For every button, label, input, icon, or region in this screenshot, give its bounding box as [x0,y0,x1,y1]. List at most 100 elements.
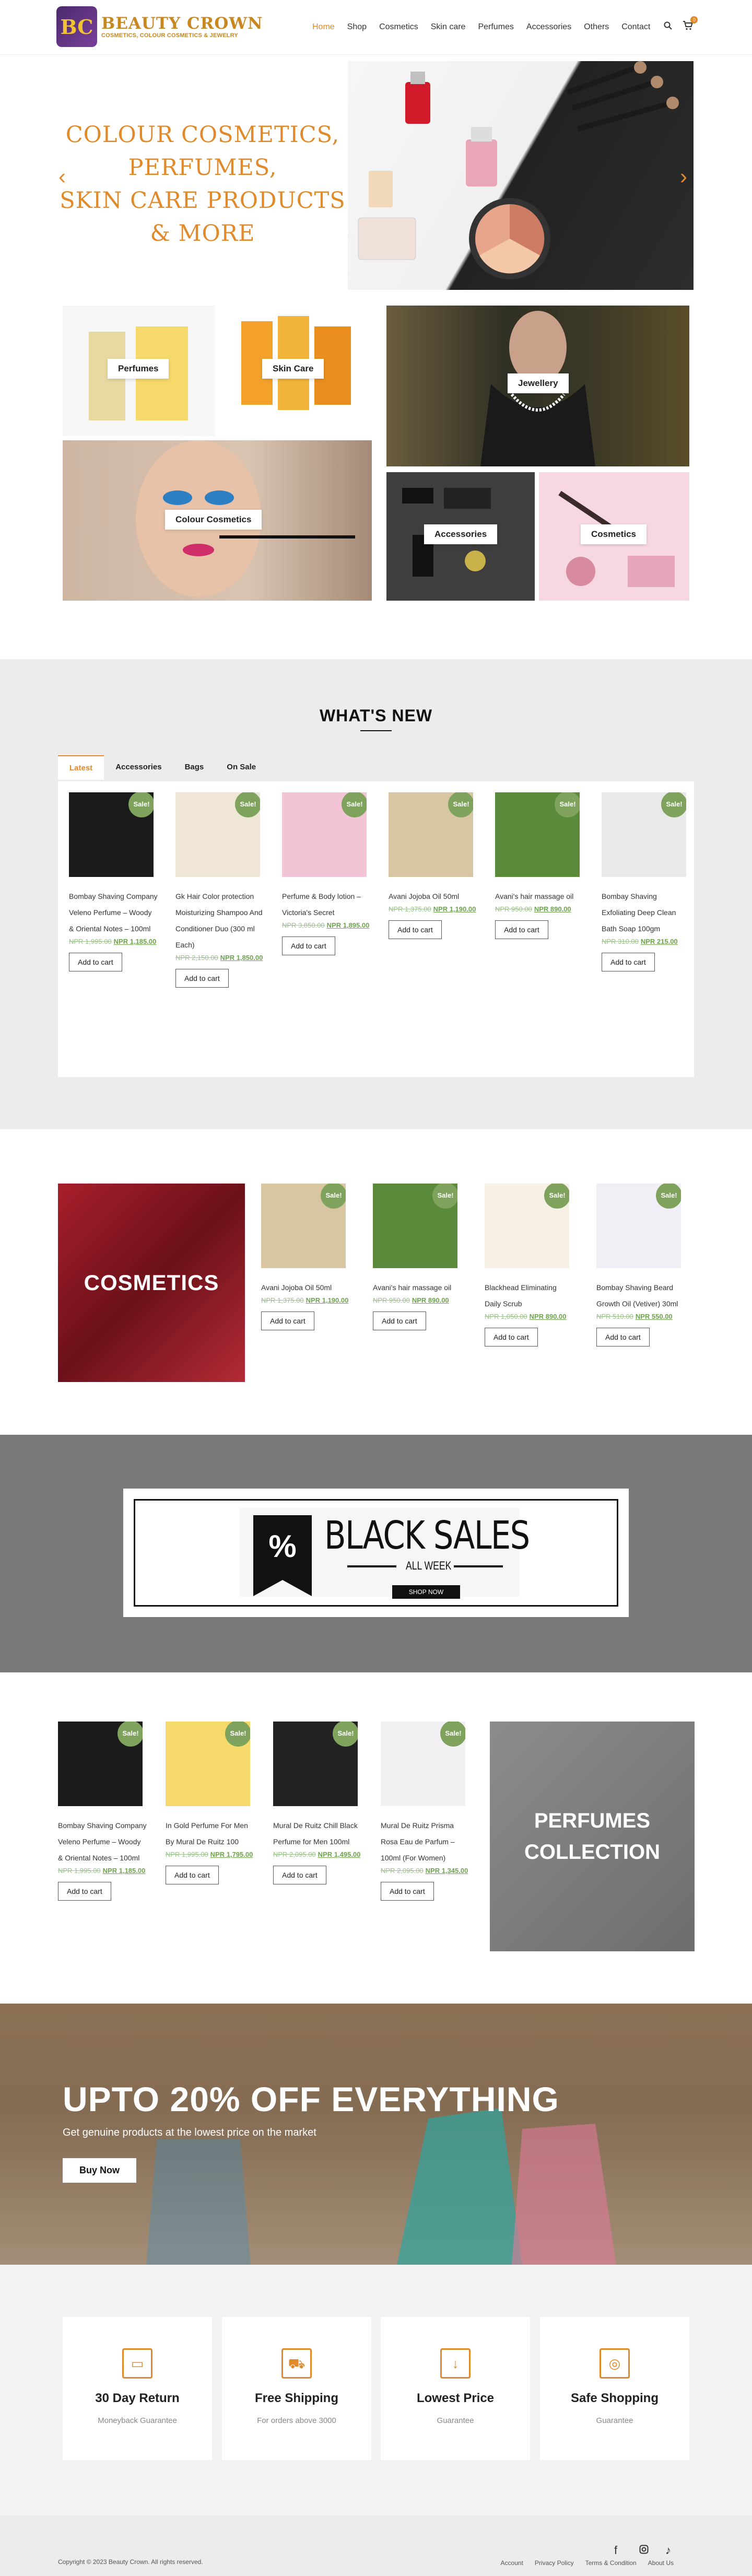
product-card[interactable]: Sale! Avani's hair massage oil NPR 950.00 N… [495,792,584,939]
nav-cosmetics[interactable]: Cosmetics [379,22,418,32]
footer-link-account[interactable]: Account [501,2559,523,2567]
product-image[interactable]: Sale! [282,792,367,877]
add-to-cart-button[interactable]: Add to cart [381,1882,434,1901]
product-card[interactable]: Sale! Gk Hair Color protection Moisturizi… [175,792,264,988]
black-sales-banner[interactable]: % BLACK SALES ALL WEEK SHOP NOW [123,1489,629,1617]
nav-others[interactable]: Others [584,22,609,32]
nav-shop[interactable]: Shop [347,22,367,32]
add-to-cart-button[interactable]: Add to cart [373,1312,426,1330]
product-card[interactable]: Sale! Mural De Ruitz Prisma Rosa Eau de P… [381,1722,469,1901]
add-to-cart-button[interactable]: Add to cart [58,1882,111,1901]
search-icon[interactable] [664,21,673,32]
product-card[interactable]: Sale! Perfume & Body lotion – Victoria's … [282,792,371,955]
product-image[interactable]: Sale! [261,1184,346,1268]
tab-bags[interactable]: Bags [173,755,216,780]
buy-now-button[interactable]: Buy Now [63,2158,137,2183]
hero-prev-arrow[interactable]: ‹ [58,166,66,188]
product-card[interactable]: Sale! Blackhead Eliminating Daily Scrub NP… [485,1184,573,1346]
add-to-cart-button[interactable]: Add to cart [273,1866,326,1884]
product-image[interactable]: Sale! [175,792,260,877]
category-label: Perfumes [108,359,169,379]
product-card[interactable]: Sale! Bombay Shaving Company Veleno Perfu… [58,1722,147,1901]
nav-accessories[interactable]: Accessories [526,22,571,32]
product-image[interactable]: Sale! [166,1722,250,1806]
sale-badge: Sale! [656,1184,681,1209]
category-perfumes[interactable]: Perfumes [63,306,215,436]
shop-now-button[interactable]: SHOP NOW [392,1585,460,1599]
product-name[interactable]: Bombay Shaving Exfoliating Deep Clean Ba… [602,888,690,937]
product-card[interactable]: Sale! Avani's hair massage oil NPR 950.00 N… [373,1184,462,1330]
product-image[interactable]: Sale! [381,1722,465,1806]
sale-price: NPR 1,190.00 [306,1296,349,1304]
tiktok-icon[interactable]: ♪ [665,2544,671,2557]
product-name[interactable]: Mural De Ruitz Prisma Rosa Eau de Parfum… [381,1818,469,1866]
sale-price: NPR 1,850.00 [220,954,263,962]
instagram-icon[interactable] [639,2544,649,2557]
category-jewellery[interactable]: Jewellery [386,306,689,466]
product-card[interactable]: Sale! Avani Jojoba Oil 50ml NPR 1,375.00 NP… [261,1184,350,1330]
product-name[interactable]: Gk Hair Color protection Moisturizing Sh… [175,888,264,953]
product-image[interactable]: Sale! [273,1722,358,1806]
footer-link-about[interactable]: About Us [648,2559,674,2567]
product-name[interactable]: Bombay Shaving Beard Growth Oil (Vetiver… [596,1280,685,1312]
cosmetics-banner[interactable]: COSMETICS [58,1184,245,1382]
nav-contact[interactable]: Contact [621,22,650,32]
product-image[interactable]: Sale! [69,792,154,877]
add-to-cart-button[interactable]: Add to cart [69,953,122,971]
product-card[interactable]: Sale! Bombay Shaving Exfoliating Deep Cle… [602,792,690,971]
product-name[interactable]: Avani Jojoba Oil 50ml [389,888,477,905]
category-accessories[interactable]: Accessories [386,472,535,601]
old-price: NPR 950.00 [373,1296,410,1304]
add-to-cart-button[interactable]: Add to cart [282,936,335,955]
tab-latest[interactable]: Latest [58,755,104,780]
add-to-cart-button[interactable]: Add to cart [389,920,442,939]
product-image[interactable]: Sale! [389,792,473,877]
product-image[interactable]: Sale! [602,792,686,877]
product-name[interactable]: In Gold Perfume For Men By Mural De Ruit… [166,1818,254,1850]
product-card[interactable]: Sale! Mural De Ruitz Chill Black Perfume … [273,1722,362,1884]
sale-price: NPR 1,190.00 [433,905,476,913]
product-name[interactable]: Avani's hair massage oil [495,888,584,905]
hero-headline: COLOUR COSMETICS, PERFUMES, SKIN CARE PR… [60,122,346,247]
product-name[interactable]: Blackhead Eliminating Daily Scrub [485,1280,573,1312]
add-to-cart-button[interactable]: Add to cart [166,1866,219,1884]
nav-perfumes[interactable]: Perfumes [478,22,513,32]
product-name[interactable]: Perfume & Body lotion – Victoria's Secre… [282,888,371,921]
category-cosmetics[interactable]: Cosmetics [539,472,689,601]
add-to-cart-button[interactable]: Add to cart [495,920,548,939]
add-to-cart-button[interactable]: Add to cart [261,1312,314,1330]
nav-home[interactable]: Home [312,22,335,32]
sale-badge: Sale! [440,1722,465,1747]
product-name[interactable]: Avani's hair massage oil [373,1280,462,1296]
add-to-cart-button[interactable]: Add to cart [596,1328,650,1346]
footer-link-privacy[interactable]: Privacy Policy [535,2559,574,2567]
cart-icon[interactable]: 0 [683,16,698,33]
product-image[interactable]: Sale! [485,1184,569,1268]
hero-next-arrow[interactable]: › [680,166,687,188]
logo[interactable]: BC BEAUTY CROWN COSMETICS, COLOUR COSMET… [56,6,263,47]
perfumes-collection-banner[interactable]: PERFUMES COLLECTION [490,1722,695,1951]
product-name[interactable]: Mural De Ruitz Chill Black Perfume for M… [273,1818,362,1850]
category-skin-care[interactable]: Skin Care [226,306,372,436]
product-image[interactable]: Sale! [373,1184,457,1268]
category-colour-cosmetics[interactable]: Colour Cosmetics [63,440,372,601]
product-card[interactable]: Sale! Bombay Shaving Company Veleno Perfu… [69,792,158,971]
product-image[interactable]: Sale! [495,792,580,877]
product-image[interactable]: Sale! [596,1184,681,1268]
hero-image [348,61,694,290]
add-to-cart-button[interactable]: Add to cart [175,969,229,988]
product-image[interactable]: Sale! [58,1722,143,1806]
product-name[interactable]: Bombay Shaving Company Veleno Perfume – … [69,888,158,937]
tab-on-sale[interactable]: On Sale [215,755,268,780]
product-name[interactable]: Avani Jojoba Oil 50ml [261,1280,350,1296]
facebook-icon[interactable]: f [614,2544,617,2557]
product-card[interactable]: Sale! Avani Jojoba Oil 50ml NPR 1,375.00 NP… [389,792,477,939]
footer-link-terms[interactable]: Terms & Condition [585,2559,637,2567]
tab-accessories[interactable]: Accessories [104,755,173,780]
product-name[interactable]: Bombay Shaving Company Veleno Perfume – … [58,1818,147,1866]
nav-skin-care[interactable]: Skin care [431,22,466,32]
add-to-cart-button[interactable]: Add to cart [602,953,655,971]
product-card[interactable]: Sale! In Gold Perfume For Men By Mural De… [166,1722,254,1884]
add-to-cart-button[interactable]: Add to cart [485,1328,538,1346]
product-card[interactable]: Sale! Bombay Shaving Beard Growth Oil (Ve… [596,1184,685,1346]
